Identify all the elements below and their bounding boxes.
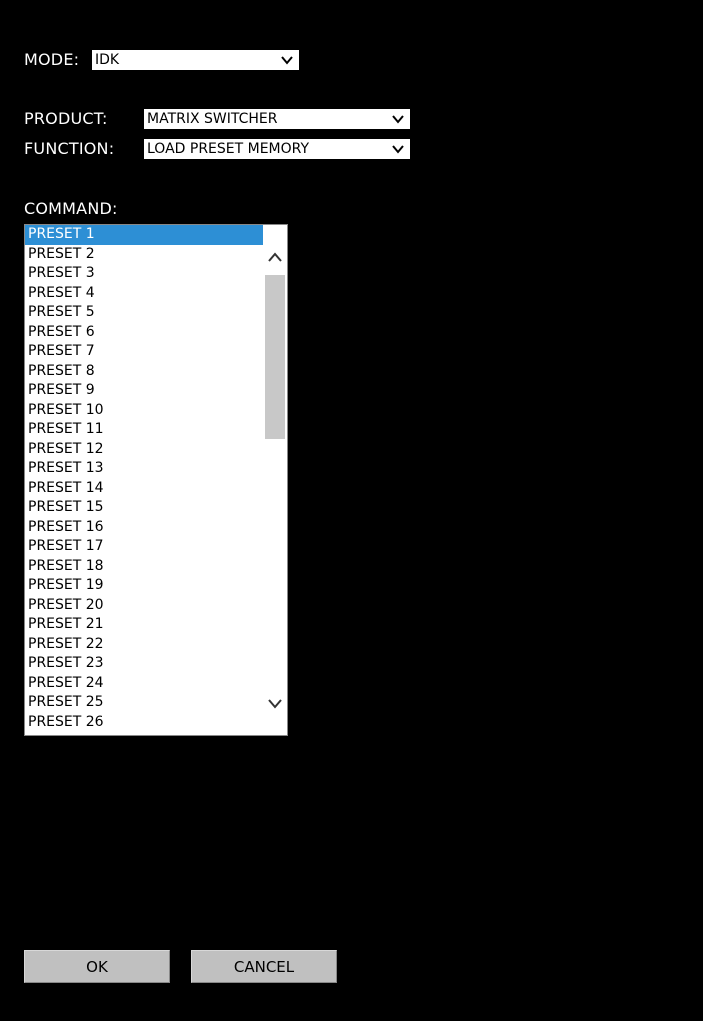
scroll-down-icon[interactable]: [267, 697, 283, 709]
chevron-down-icon: [392, 115, 404, 124]
list-item[interactable]: PRESET 24: [25, 674, 263, 694]
product-select[interactable]: MATRIX SWITCHER: [144, 109, 410, 129]
list-item[interactable]: PRESET 14: [25, 479, 263, 499]
chevron-down-icon: [281, 56, 293, 65]
list-item[interactable]: PRESET 22: [25, 635, 263, 655]
list-item[interactable]: PRESET 16: [25, 518, 263, 538]
list-item[interactable]: PRESET 3: [25, 264, 263, 284]
list-item[interactable]: PRESET 2: [25, 245, 263, 265]
list-item[interactable]: PRESET 13: [25, 459, 263, 479]
function-label: FUNCTION:: [24, 139, 115, 158]
list-item[interactable]: PRESET 7: [25, 342, 263, 362]
list-item[interactable]: PRESET 8: [25, 362, 263, 382]
list-item[interactable]: PRESET 21: [25, 615, 263, 635]
list-item[interactable]: PRESET 17: [25, 537, 263, 557]
ok-button[interactable]: OK: [24, 950, 170, 983]
list-item[interactable]: PRESET 15: [25, 498, 263, 518]
list-item[interactable]: PRESET 20: [25, 596, 263, 616]
list-item[interactable]: PRESET 25: [25, 693, 263, 713]
list-item[interactable]: PRESET 18: [25, 557, 263, 577]
mode-label: MODE:: [24, 50, 80, 69]
list-item[interactable]: PRESET 10: [25, 401, 263, 421]
list-item[interactable]: PRESET 23: [25, 654, 263, 674]
list-item[interactable]: PRESET 4: [25, 284, 263, 304]
mode-select[interactable]: IDK: [92, 50, 299, 70]
command-label: COMMAND:: [24, 199, 118, 218]
scroll-up-icon[interactable]: [267, 251, 283, 263]
function-value: LOAD PRESET MEMORY: [147, 141, 310, 157]
mode-value: IDK: [95, 52, 120, 68]
scrollbar[interactable]: [263, 225, 287, 735]
list-item[interactable]: PRESET 9: [25, 381, 263, 401]
list-item[interactable]: PRESET 26: [25, 713, 263, 733]
command-list: PRESET 1 PRESET 2 PRESET 3 PRESET 4 PRESET 5…: [25, 225, 263, 732]
chevron-down-icon: [392, 145, 404, 154]
list-item[interactable]: PRESET 6: [25, 323, 263, 343]
function-select[interactable]: LOAD PRESET MEMORY: [144, 139, 410, 159]
cancel-button[interactable]: CANCEL: [191, 950, 337, 983]
list-item[interactable]: PRESET 1: [25, 225, 263, 245]
scroll-thumb[interactable]: [265, 275, 285, 439]
list-item[interactable]: PRESET 5: [25, 303, 263, 323]
product-value: MATRIX SWITCHER: [147, 111, 278, 127]
list-item[interactable]: PRESET 11: [25, 420, 263, 440]
product-label: PRODUCT:: [24, 109, 108, 128]
list-item[interactable]: PRESET 19: [25, 576, 263, 596]
list-item[interactable]: PRESET 12: [25, 440, 263, 460]
command-listbox[interactable]: PRESET 1 PRESET 2 PRESET 3 PRESET 4 PRESET 5…: [24, 224, 288, 736]
